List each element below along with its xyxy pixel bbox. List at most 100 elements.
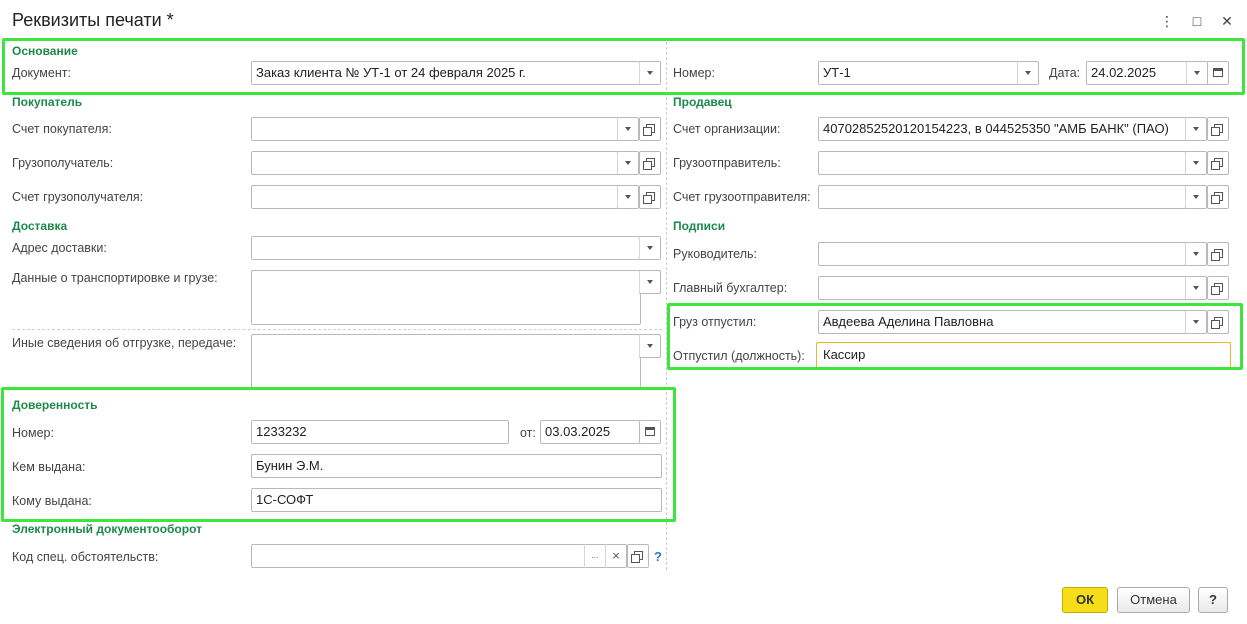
proxy-issued-to-field[interactable]: 1С-СОФТ: [251, 488, 662, 512]
special-code-select-button[interactable]: ...: [584, 544, 606, 568]
chevron-down-icon: [1193, 319, 1199, 324]
shipper-account-label: Счет грузоотправителя:: [673, 190, 811, 204]
director-dropdown-button[interactable]: [1185, 242, 1207, 266]
open-icon: [1210, 123, 1223, 136]
open-icon: [642, 123, 655, 136]
released-by-dropdown-button[interactable]: [1185, 310, 1207, 334]
consignee-account-field[interactable]: [251, 185, 618, 209]
calendar-icon: [1213, 67, 1223, 77]
help-button[interactable]: ?: [1198, 587, 1228, 613]
proxy-number-label: Номер:: [12, 426, 54, 440]
cancel-button[interactable]: Отмена: [1117, 587, 1190, 613]
chevron-down-icon: [625, 126, 631, 131]
chevron-down-icon: [625, 160, 631, 165]
other-info-dropdown-button[interactable]: [639, 334, 661, 358]
open-icon: [1210, 191, 1223, 204]
buyer-account-field[interactable]: [251, 117, 618, 141]
consignee-field[interactable]: [251, 151, 618, 175]
released-by-open-button[interactable]: [1207, 310, 1229, 334]
ok-button[interactable]: ОК: [1062, 587, 1108, 613]
document-dropdown-button[interactable]: [639, 61, 661, 85]
chevron-down-icon: [647, 245, 653, 250]
open-icon: [1210, 248, 1223, 261]
other-info-label: Иные сведения об отгрузке, передаче:: [12, 336, 237, 350]
chevron-down-icon: [625, 194, 631, 199]
section-buyer-header: Покупатель: [12, 95, 83, 109]
director-open-button[interactable]: [1207, 242, 1229, 266]
proxy-number-field[interactable]: 1233232: [251, 420, 509, 444]
chief-accountant-field[interactable]: [818, 276, 1186, 300]
proxy-calendar-button[interactable]: [639, 420, 661, 444]
section-signatures-header: Подписи: [673, 219, 726, 233]
released-position-field[interactable]: Кассир: [816, 342, 1231, 368]
delivery-address-label: Адрес доставки:: [12, 241, 107, 255]
section-divider: [12, 329, 662, 330]
special-code-open-button[interactable]: [627, 544, 649, 568]
chief-accountant-open-button[interactable]: [1207, 276, 1229, 300]
buyer-account-dropdown-button[interactable]: [617, 117, 639, 141]
document-label: Документ:: [12, 66, 71, 80]
chevron-down-icon: [1193, 194, 1199, 199]
delivery-address-field[interactable]: [251, 236, 640, 260]
number-dropdown-button[interactable]: [1017, 61, 1039, 85]
column-divider: [666, 42, 667, 570]
close-icon[interactable]: ✕: [1218, 12, 1236, 30]
buyer-account-open-button[interactable]: [639, 117, 661, 141]
date-dropdown-button[interactable]: [1186, 61, 1208, 85]
special-code-field[interactable]: [251, 544, 585, 568]
document-field[interactable]: Заказ клиента № УТ-1 от 24 февраля 2025 …: [251, 61, 640, 85]
maximize-icon[interactable]: □: [1188, 12, 1206, 30]
seller-account-field[interactable]: 40702852520120154223, в 044525350 "АМБ Б…: [818, 117, 1186, 141]
help-icon[interactable]: ?: [654, 549, 662, 564]
consignee-account-open-button[interactable]: [639, 185, 661, 209]
proxy-date-field[interactable]: 03.03.2025: [540, 420, 640, 444]
shipper-open-button[interactable]: [1207, 151, 1229, 175]
consignee-account-dropdown-button[interactable]: [617, 185, 639, 209]
more-actions-icon[interactable]: ⋮: [1158, 12, 1176, 30]
shipper-label: Грузоотправитель:: [673, 156, 781, 170]
proxy-issued-by-field[interactable]: Бунин Э.М.: [251, 454, 662, 478]
chief-accountant-dropdown-button[interactable]: [1185, 276, 1207, 300]
open-icon: [1210, 282, 1223, 295]
special-code-clear-button[interactable]: ×: [605, 544, 627, 568]
consignee-dropdown-button[interactable]: [617, 151, 639, 175]
director-field[interactable]: [818, 242, 1186, 266]
director-label: Руководитель:: [673, 247, 758, 261]
date-field[interactable]: 24.02.2025: [1086, 61, 1187, 85]
shipper-account-dropdown-button[interactable]: [1185, 185, 1207, 209]
number-field[interactable]: УТ-1: [818, 61, 1018, 85]
calendar-button[interactable]: [1207, 61, 1229, 85]
buyer-account-label: Счет покупателя:: [12, 122, 112, 136]
shipper-dropdown-button[interactable]: [1185, 151, 1207, 175]
open-icon: [1210, 157, 1223, 170]
shipper-account-open-button[interactable]: [1207, 185, 1229, 209]
proxy-issued-to-label: Кому выдана:: [12, 494, 92, 508]
consignee-open-button[interactable]: [639, 151, 661, 175]
transport-data-field[interactable]: [251, 270, 641, 325]
date-label: Дата:: [1049, 66, 1081, 80]
other-info-field[interactable]: [251, 334, 641, 390]
shipper-account-field[interactable]: [818, 185, 1186, 209]
consignee-label: Грузополучатель:: [12, 156, 114, 170]
transport-data-label: Данные о транспортировке и грузе:: [12, 271, 218, 285]
delivery-address-dropdown-button[interactable]: [639, 236, 661, 260]
chevron-down-icon: [1193, 126, 1199, 131]
number-label: Номер:: [673, 66, 715, 80]
chevron-down-icon: [1194, 70, 1200, 75]
open-icon: [642, 157, 655, 170]
seller-account-dropdown-button[interactable]: [1185, 117, 1207, 141]
special-code-label: Код спец. обстоятельств:: [12, 550, 159, 564]
chevron-down-icon: [1193, 160, 1199, 165]
seller-account-open-button[interactable]: [1207, 117, 1229, 141]
window-title: Реквизиты печати *: [12, 10, 174, 30]
open-icon: [1210, 316, 1223, 329]
shipper-field[interactable]: [818, 151, 1186, 175]
open-icon: [630, 550, 643, 563]
seller-account-label: Счет организации:: [673, 122, 781, 136]
transport-data-dropdown-button[interactable]: [639, 270, 661, 294]
released-by-field[interactable]: Авдеева Аделина Павловна: [818, 310, 1186, 334]
proxy-issued-by-label: Кем выдана:: [12, 460, 86, 474]
section-delivery-header: Доставка: [12, 219, 68, 233]
released-position-label: Отпустил (должность):: [673, 349, 805, 363]
open-icon: [642, 191, 655, 204]
